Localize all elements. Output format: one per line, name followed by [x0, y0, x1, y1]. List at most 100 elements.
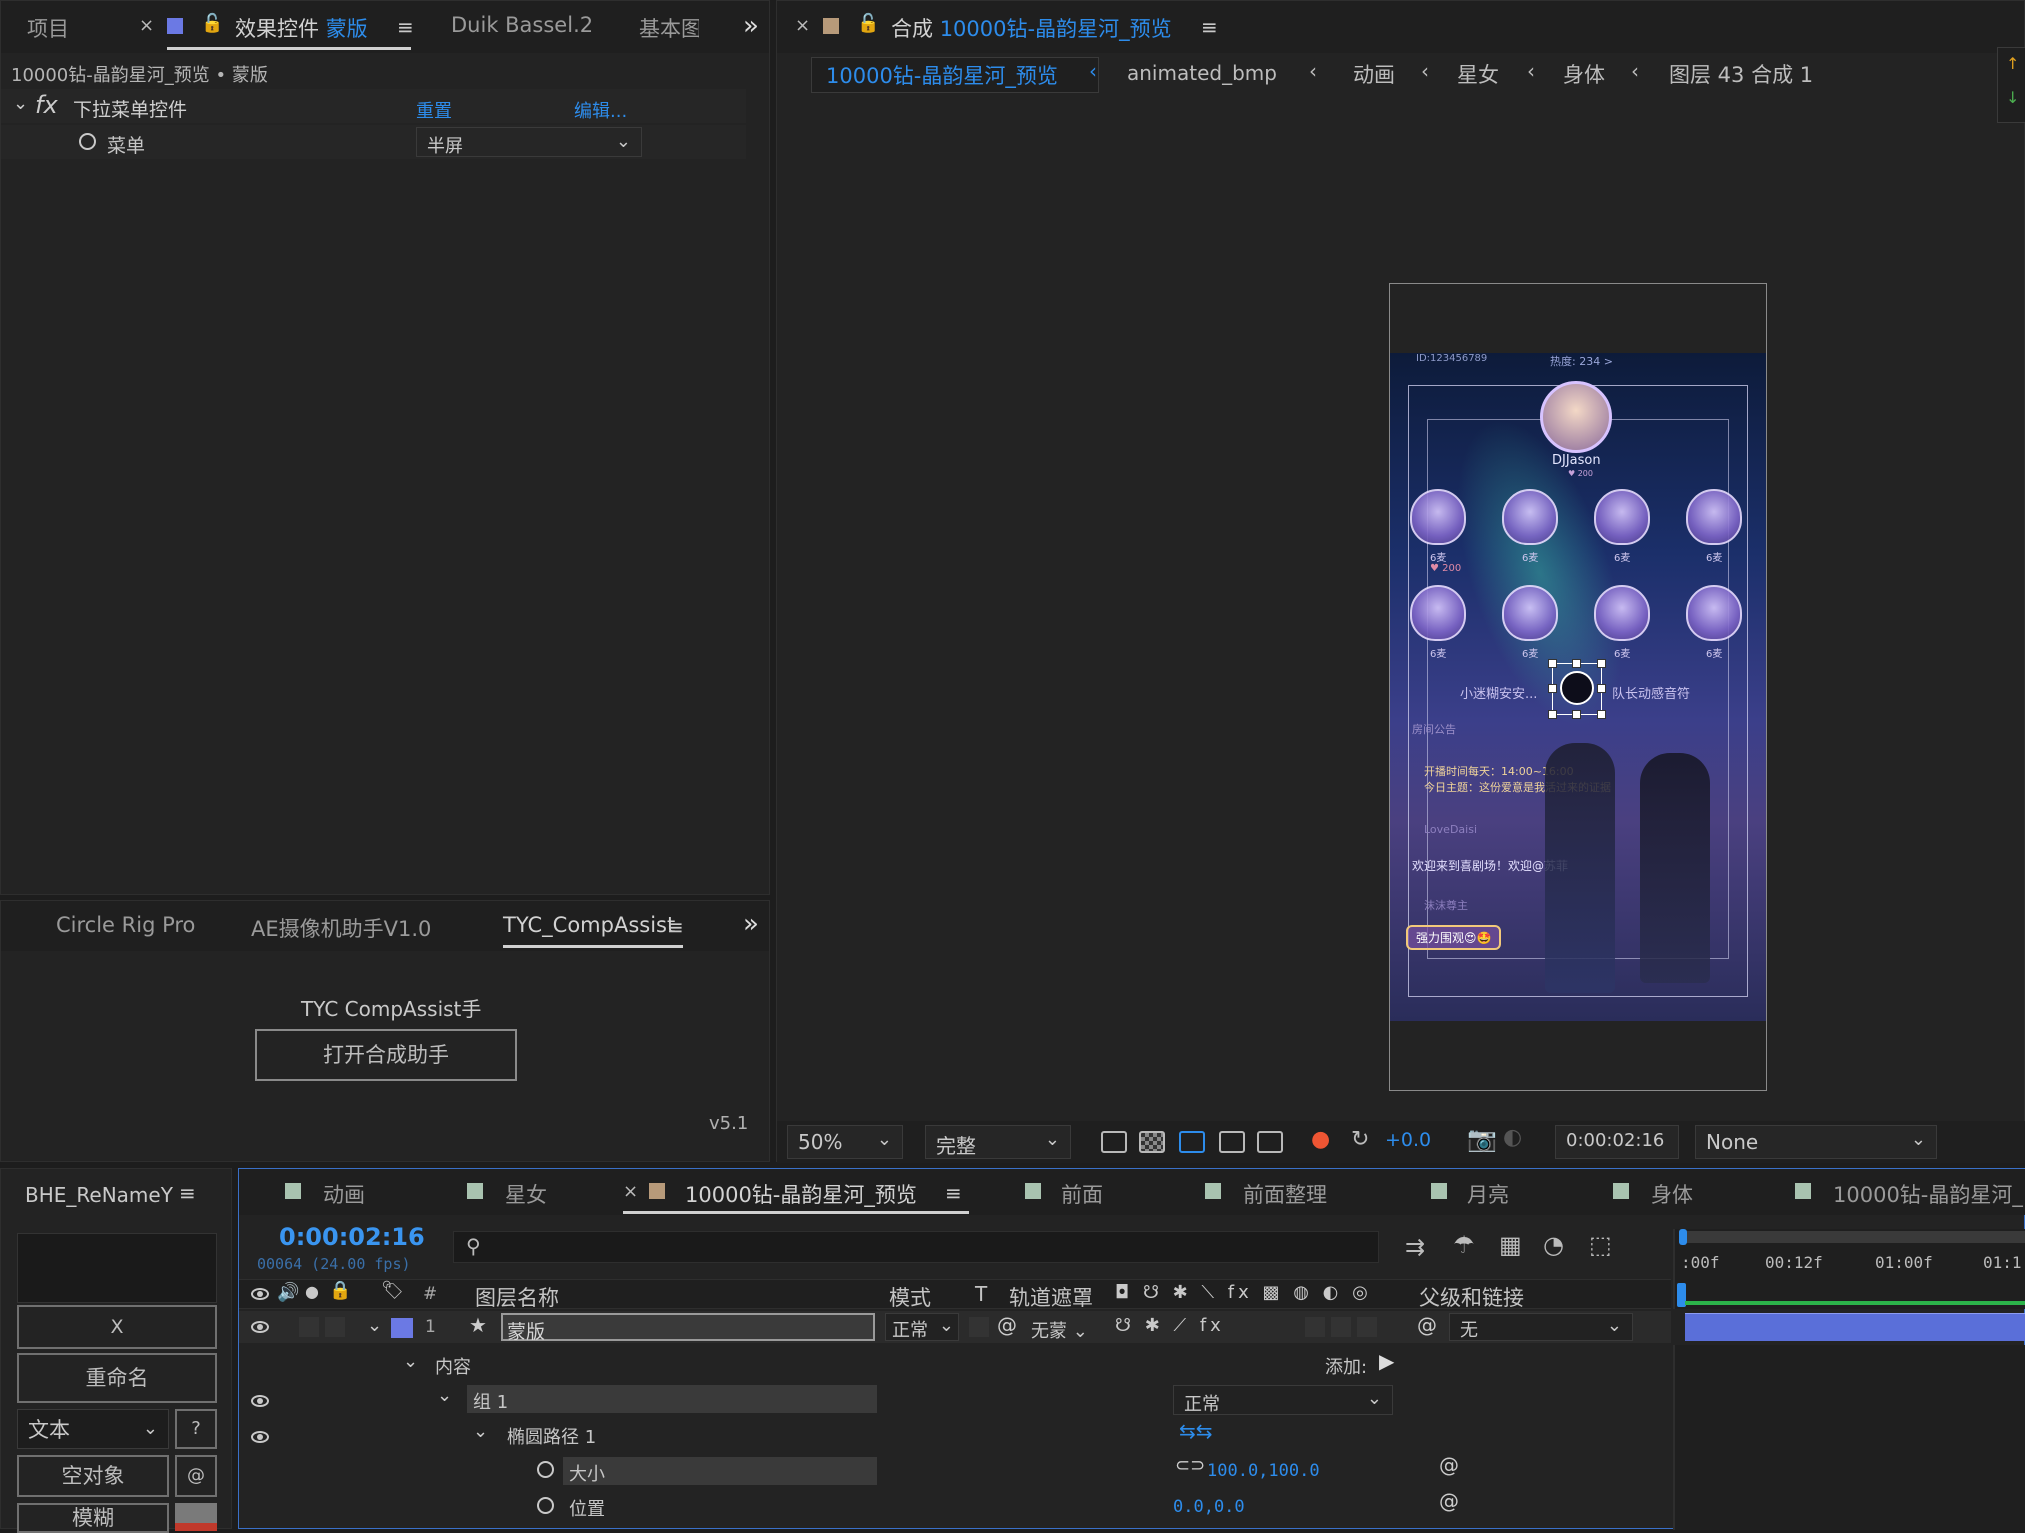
seat-heart-1[interactable] — [1410, 489, 1466, 545]
work-area-start[interactable] — [1679, 1229, 1687, 1245]
visibility-icon[interactable] — [251, 1321, 269, 1333]
null-object-button[interactable]: 空对象 — [17, 1455, 169, 1497]
parent-pickwhip-icon[interactable]: @ — [1417, 1313, 1437, 1337]
tab-circle-rig[interactable]: Circle Rig Pro — [56, 913, 195, 937]
fx-icon[interactable]: fx — [35, 91, 58, 119]
panel-overflow-icon[interactable]: » — [743, 909, 759, 939]
snapshot-icon[interactable]: 📷 — [1467, 1125, 1497, 1153]
preview-image[interactable]: ID:123456789 热度: 234 > DJJason ♥ 200 6麦 … — [1390, 353, 1766, 1021]
transparency-grid-icon[interactable] — [1139, 1131, 1165, 1153]
lock-icon[interactable]: 🔓 — [201, 13, 223, 34]
chevron-down-icon[interactable]: ⌄ — [403, 1351, 418, 1372]
timeline-search-input[interactable]: ⚲ — [453, 1231, 1379, 1263]
visibility-icon[interactable] — [251, 1395, 269, 1407]
menu-dropdown[interactable]: 半屏 ⌄ — [416, 127, 642, 157]
color-swatch-gray[interactable] — [175, 1503, 217, 1523]
stopwatch-icon[interactable] — [79, 133, 96, 150]
exposure-value[interactable]: +0.0 — [1385, 1129, 1431, 1151]
color-swatch-red[interactable] — [175, 1523, 217, 1531]
open-compassist-button[interactable]: 打开合成助手 — [255, 1029, 517, 1081]
seat-heart-5[interactable] — [1410, 585, 1466, 641]
expression-pickwhip-icon[interactable]: @ — [1439, 1489, 1459, 1513]
mode-dropdown[interactable]: 正常 ⌄ — [885, 1313, 959, 1341]
switch-box[interactable] — [1357, 1317, 1377, 1337]
rename-input[interactable] — [17, 1233, 217, 1303]
grid-guides-icon[interactable] — [1257, 1131, 1283, 1153]
layer-switches[interactable]: ☋ ✱ ⟋ fx — [1115, 1315, 1225, 1336]
switch-box[interactable] — [1305, 1317, 1325, 1337]
panel-overflow-icon[interactable]: » — [743, 11, 759, 41]
chevron-down-icon[interactable]: ⌄ — [367, 1315, 382, 1336]
tab-essential[interactable]: 基本图 — [639, 13, 699, 43]
close-icon[interactable]: × — [795, 15, 810, 36]
lock-icon[interactable]: 🔓 — [857, 13, 879, 34]
current-timecode[interactable]: 0:00:02:16 — [279, 1223, 425, 1251]
selection-handle[interactable] — [1597, 659, 1606, 668]
expression-pickwhip-icon[interactable]: @ — [1439, 1453, 1459, 1477]
selection-handle[interactable] — [1548, 684, 1557, 693]
parent-dropdown[interactable]: 无 ⌄ — [1449, 1313, 1633, 1341]
breadcrumb-item[interactable]: 身体 — [1563, 59, 1605, 89]
stopwatch-icon[interactable] — [537, 1497, 554, 1514]
solo-toggle[interactable] — [299, 1317, 319, 1337]
type-select[interactable]: 文本 ⌄ — [17, 1409, 169, 1449]
show-snapshot-icon[interactable]: ◐ — [1503, 1125, 1522, 1150]
tab-body[interactable]: 身体 — [1651, 1179, 1693, 1209]
selection-handle[interactable] — [1572, 710, 1581, 719]
menu-icon[interactable]: ≡ — [179, 1181, 196, 1205]
channels-icon[interactable]: ● — [1311, 1127, 1330, 1152]
motion-blur-icon[interactable]: ◔ — [1543, 1231, 1564, 1259]
breadcrumb-current[interactable]: 10000钻-晶韵星河_预览 — [811, 57, 1099, 93]
tab-star-girl[interactable]: 星女 — [505, 1179, 547, 1209]
seat-heart-8[interactable] — [1686, 585, 1742, 641]
exposure-reset-icon[interactable]: ↻ — [1351, 1127, 1369, 1152]
tab-duik[interactable]: Duik Bassel.2 — [451, 13, 593, 37]
selection-handle[interactable] — [1597, 710, 1606, 719]
at-button[interactable]: @ — [175, 1455, 217, 1497]
chevron-down-icon[interactable]: ⌄ — [437, 1385, 452, 1406]
work-area-bar[interactable] — [1679, 1231, 2025, 1243]
group-mode-dropdown[interactable]: 正常 ⌄ — [1173, 1385, 1393, 1415]
breadcrumb-item[interactable]: 动画 — [1353, 59, 1395, 89]
region-of-interest-icon[interactable] — [1219, 1131, 1245, 1153]
seat-heart-4[interactable] — [1686, 489, 1742, 545]
rename-button[interactable]: 重命名 — [17, 1353, 217, 1403]
tab-moon[interactable]: 月亮 — [1467, 1179, 1509, 1209]
size-value[interactable]: 100.0,100.0 — [1207, 1461, 1320, 1481]
mask-visibility-icon[interactable] — [1179, 1131, 1205, 1153]
fast-preview-icon[interactable] — [1101, 1131, 1127, 1153]
pickwhip-icon[interactable]: @ — [997, 1313, 1017, 1337]
help-button[interactable]: ? — [175, 1409, 217, 1449]
seat-heart-2[interactable] — [1502, 489, 1558, 545]
switch-box[interactable] — [1331, 1317, 1351, 1337]
layer-label-color[interactable] — [391, 1318, 413, 1338]
breadcrumb-item[interactable]: 图层 43 合成 1 — [1669, 59, 1813, 89]
time-ruler[interactable]: :00f 00:12f 01:00f 01:1 — [1673, 1229, 2025, 1309]
seat-heart-3[interactable] — [1594, 489, 1650, 545]
breadcrumb-item[interactable]: 星女 — [1457, 59, 1499, 89]
tab-front-tidy[interactable]: 前面整理 — [1243, 1179, 1327, 1209]
layer-track-bar[interactable] — [1685, 1313, 2025, 1341]
tab-animation[interactable]: 动画 — [323, 1179, 365, 1209]
tab-camera-helper[interactable]: AE摄像机助手V1.0 — [251, 913, 431, 943]
tab-front[interactable]: 前面 — [1061, 1179, 1103, 1209]
selection-handle[interactable] — [1572, 659, 1581, 668]
group-name-field[interactable]: 组 1 — [467, 1385, 877, 1413]
stopwatch-icon[interactable] — [537, 1461, 554, 1478]
anchor-point-icon[interactable] — [1560, 671, 1594, 705]
edit-link[interactable]: 编辑... — [574, 97, 627, 123]
chevron-down-icon[interactable]: ⌄ — [473, 1421, 488, 1442]
constrain-proportions-icon[interactable]: ⊂⊃ — [1175, 1455, 1205, 1476]
reset-link[interactable]: 重置 — [416, 97, 452, 123]
close-icon[interactable]: × — [623, 1181, 638, 1202]
view-dropdown[interactable]: None ⌄ — [1695, 1125, 1937, 1159]
menu-icon[interactable]: ≡ — [945, 1181, 962, 1205]
selection-handle[interactable] — [1597, 684, 1606, 693]
selection-handle[interactable] — [1548, 659, 1557, 668]
menu-icon[interactable]: ≡ — [1201, 15, 1218, 39]
path-direction-icon[interactable]: ⇆⇆ — [1179, 1419, 1213, 1443]
composition-mini-flowchart-icon[interactable]: ⇉ — [1405, 1233, 1425, 1261]
close-icon[interactable]: × — [139, 15, 154, 36]
menu-icon[interactable]: ≡ — [397, 15, 414, 39]
graph-editor-icon[interactable]: ⬚ — [1589, 1231, 1612, 1259]
